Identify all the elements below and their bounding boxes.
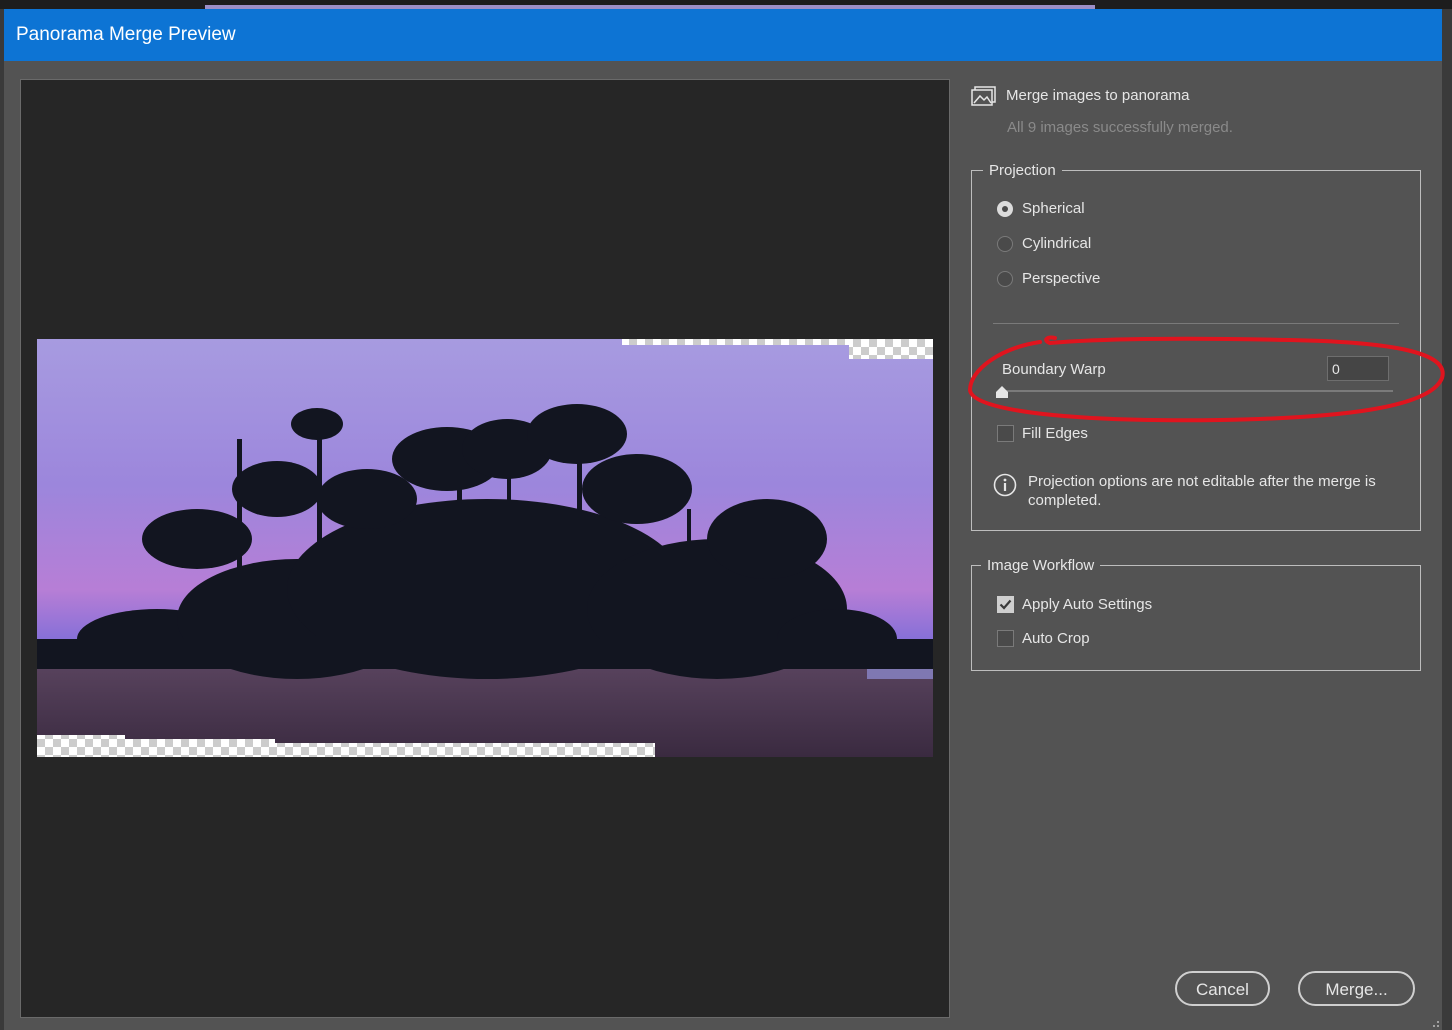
left-edge [0,9,4,1030]
right-edge [1442,9,1452,1030]
apply-auto-settings-label[interactable]: Apply Auto Settings [1022,596,1152,613]
radio-spherical-label[interactable]: Spherical [1022,200,1085,217]
info-icon [993,473,1017,497]
image-workflow-group [971,565,1421,671]
merge-images-icon [971,86,996,106]
resize-grip-icon[interactable] [1428,1016,1440,1028]
cancel-button[interactable]: Cancel [1175,971,1270,1006]
merge-button[interactable]: Merge... [1298,971,1415,1006]
red-annotation-circle [967,335,1445,423]
projection-info-line1: Projection options are not editable afte… [1028,473,1376,490]
radio-cylindrical[interactable] [997,236,1013,252]
checkmark-icon [999,599,1012,610]
projection-legend: Projection [983,162,1062,179]
apply-auto-settings-checkbox[interactable] [997,596,1014,613]
dialog-title: Panorama Merge Preview [16,24,236,45]
radio-spherical[interactable] [997,201,1013,217]
radio-perspective[interactable] [997,271,1013,287]
projection-divider [993,323,1399,324]
panel-heading: Merge images to panorama [1006,87,1190,104]
dialog-titlebar[interactable]: Panorama Merge Preview [4,9,1442,61]
radio-cylindrical-label[interactable]: Cylindrical [1022,235,1091,252]
merge-status: All 9 images successfully merged. [1007,119,1233,136]
projection-info-line2: completed. [1028,492,1102,509]
panorama-preview-image [37,339,933,757]
top-strip [0,0,1452,9]
preview-area[interactable] [20,79,950,1018]
radio-perspective-label[interactable]: Perspective [1022,270,1100,287]
image-workflow-legend: Image Workflow [981,557,1101,574]
auto-crop-label[interactable]: Auto Crop [1022,630,1090,647]
auto-crop-checkbox[interactable] [997,630,1014,647]
